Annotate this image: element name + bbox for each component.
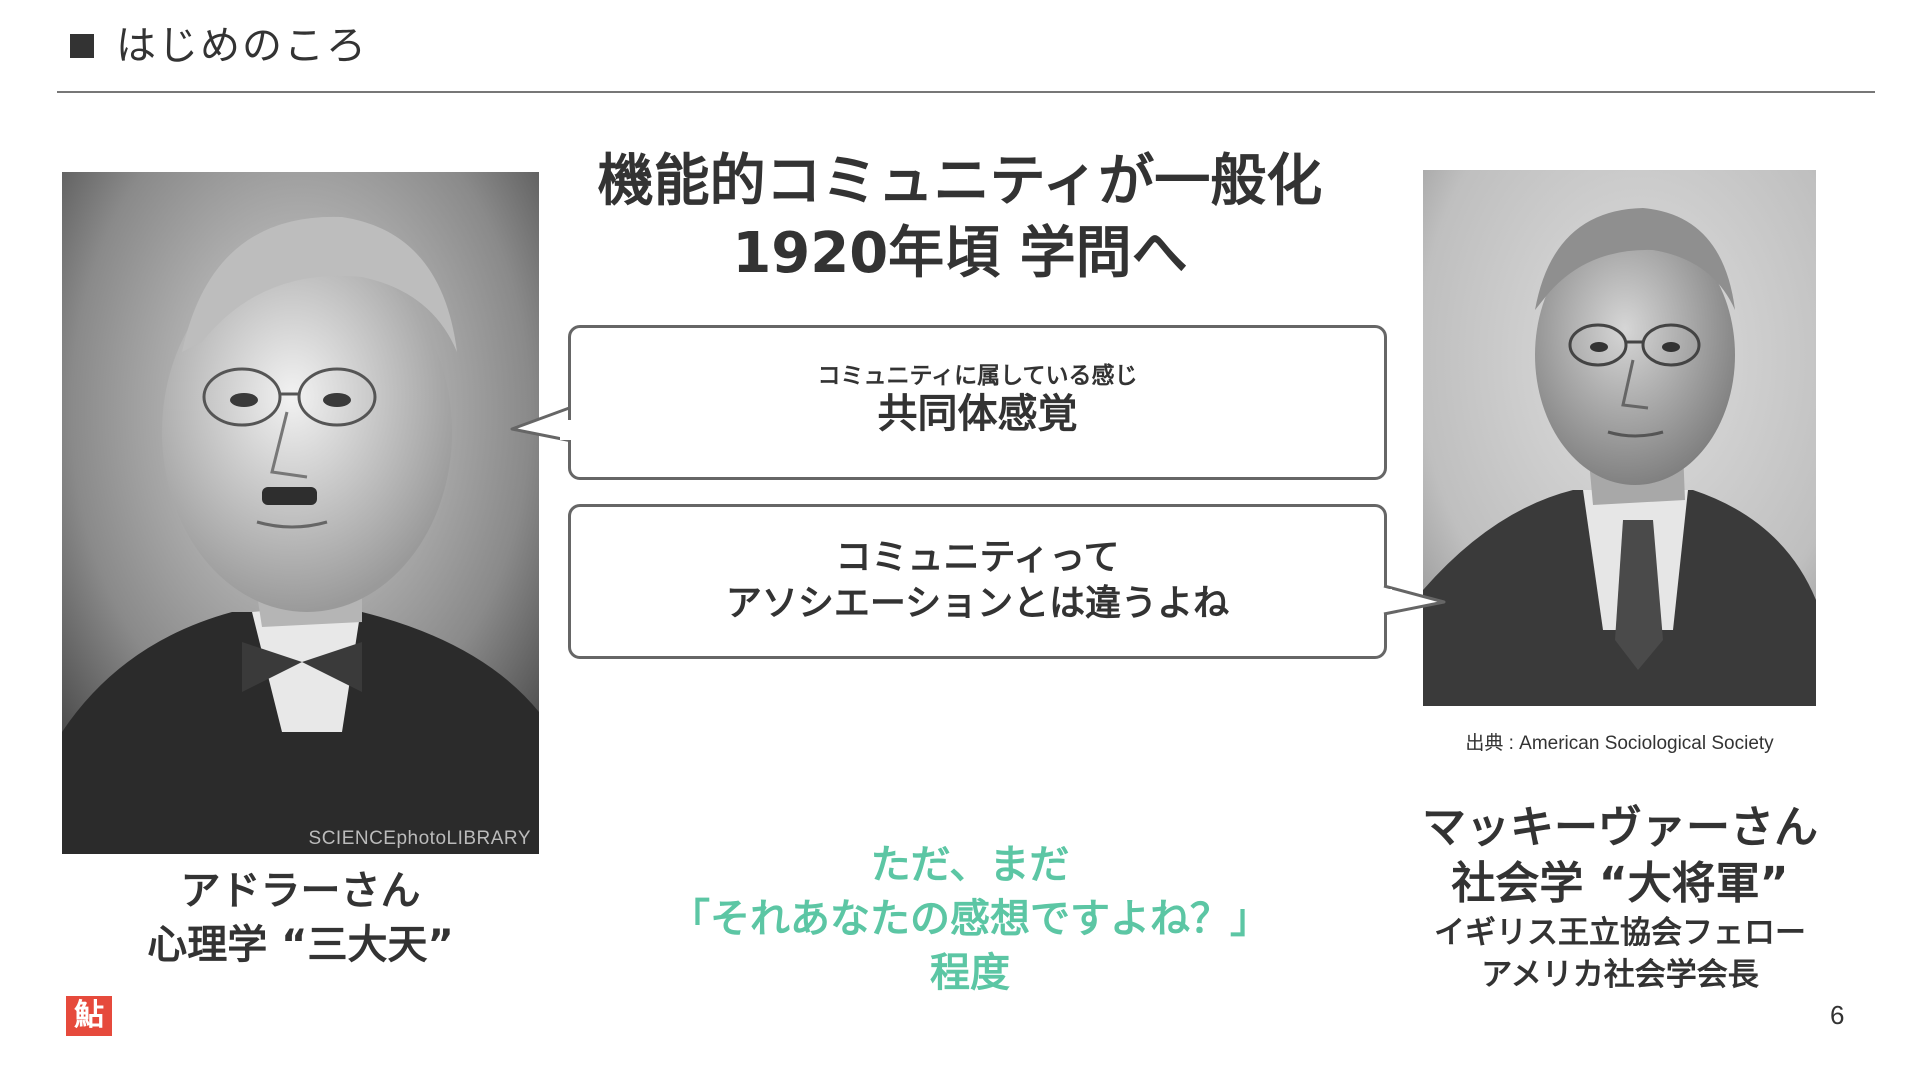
bubble-top-caption: コミュニティに属している感じ: [817, 363, 1138, 389]
bubble-top-term: 共同体感覚: [877, 391, 1078, 437]
note-line-2: 「それあなたの感想ですよね？」: [670, 896, 1270, 942]
page-number: 6: [1830, 1000, 1845, 1030]
bubble-top: コミュニティに属している感じ 共同体感覚: [568, 325, 1387, 480]
bubble-bottom-line-1: コミュニティって: [835, 537, 1120, 578]
maciver-title: 社会学 “大将軍”: [1451, 858, 1789, 909]
adler-caption: アドラーさん 心理学 “三大天”: [62, 864, 539, 972]
maciver-photo: [1423, 170, 1816, 706]
note-line-1: ただ、まだ: [870, 842, 1070, 888]
bubble-bottom-line-2: アソシエーションとは違うよね: [725, 583, 1230, 624]
bubble-top-tail-mask: [560, 420, 574, 440]
headline-line-1: 機能的コミュニティが一般化: [597, 149, 1323, 214]
bubble-bottom-tail-mask: [1382, 589, 1392, 609]
bubble-bottom: コミュニティって アソシエーションとは違うよね: [568, 504, 1387, 659]
photo-watermark: SCIENCEphotoLIBRARY: [308, 828, 531, 849]
header-square-icon: [70, 34, 94, 58]
photo-source: 出典 : American Sociological Society: [1465, 733, 1774, 754]
headline: 機能的コミュニティが一般化 1920年頃 学問へ: [545, 146, 1375, 290]
logo-icon: 鮎: [66, 996, 112, 1036]
maciver-name: マッキーヴァーさん: [1422, 802, 1818, 853]
maciver-caption: マッキーヴァーさん 社会学 “大将軍” イギリス王立協会フェロー アメリカ社会学…: [1370, 800, 1870, 996]
adler-title: 心理学 “三大天”: [147, 922, 454, 968]
note-line-3: 程度: [930, 950, 1010, 996]
adler-photo: SCIENCEphotoLIBRARY: [62, 172, 539, 854]
adler-name: アドラーさん: [180, 868, 421, 914]
header-divider: [57, 91, 1875, 93]
maciver-role-2: アメリカ社会学会長: [1481, 957, 1759, 993]
maciver-role-1: イギリス王立協会フェロー: [1434, 915, 1806, 951]
headline-line-2: 1920年頃 学問へ: [732, 221, 1188, 286]
teal-note: ただ、まだ 「それあなたの感想ですよね？」 程度: [580, 838, 1360, 1000]
slide-title: はじめのころ: [116, 23, 368, 69]
